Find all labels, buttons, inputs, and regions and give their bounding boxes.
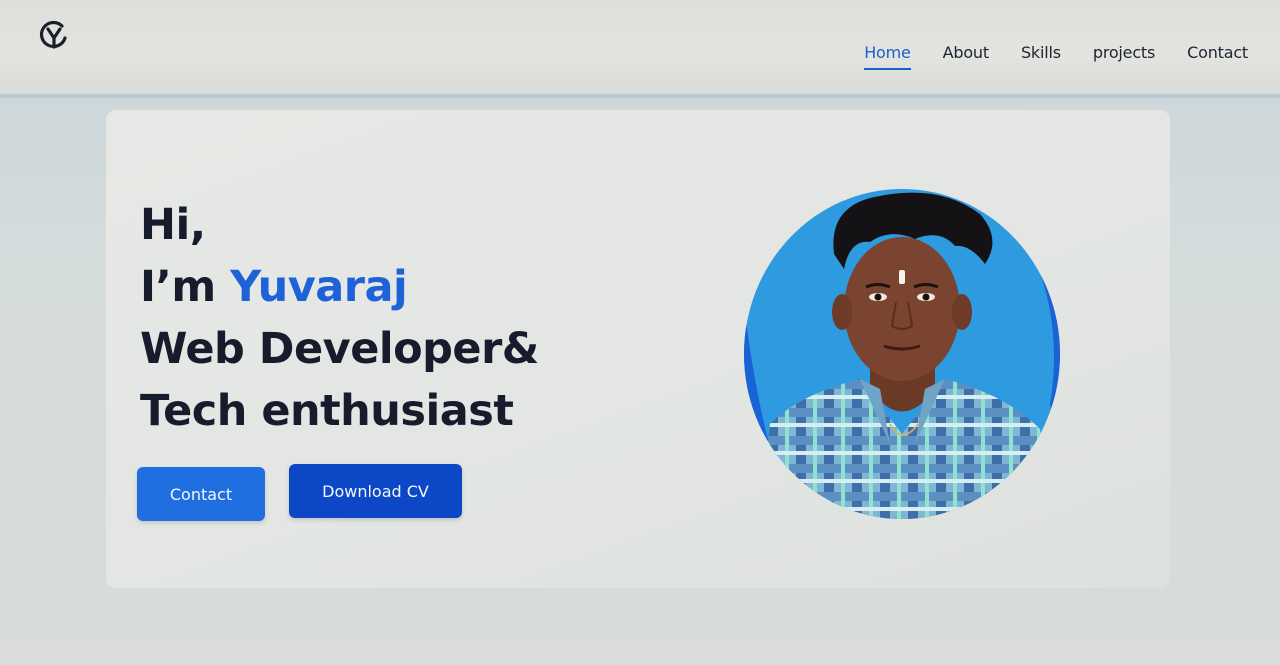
nav-link-about[interactable]: About	[943, 43, 990, 70]
contact-button[interactable]: Contact	[137, 467, 265, 521]
nav-link-skills[interactable]: Skills	[1021, 43, 1061, 70]
hero-tagline-line: Tech enthusiast	[140, 386, 514, 436]
hero-name: Yuvaraj	[230, 262, 408, 312]
hero-greeting-line: Hi,	[140, 200, 206, 250]
logo-icon[interactable]	[38, 20, 70, 52]
hero-name-prefix: I’m	[140, 262, 231, 312]
top-navbar: Home About Skills projects Contact	[0, 0, 1280, 98]
hero-role-line: Web Developer&	[140, 324, 539, 374]
download-cv-button[interactable]: Download CV	[289, 464, 462, 518]
nav-link-projects[interactable]: projects	[1093, 43, 1155, 70]
nav-menu: Home About Skills projects Contact	[832, 43, 1248, 70]
nav-link-home[interactable]: Home	[864, 43, 911, 70]
hero-name-line: I’m Yuvaraj	[140, 256, 539, 318]
hero-heading: Hi, I’m Yuvaraj Web Developer& Tech enth…	[140, 194, 539, 442]
profile-photo	[744, 189, 1060, 519]
hero-section: Hi, I’m Yuvaraj Web Developer& Tech enth…	[106, 110, 1170, 588]
nav-link-contact[interactable]: Contact	[1187, 43, 1248, 70]
